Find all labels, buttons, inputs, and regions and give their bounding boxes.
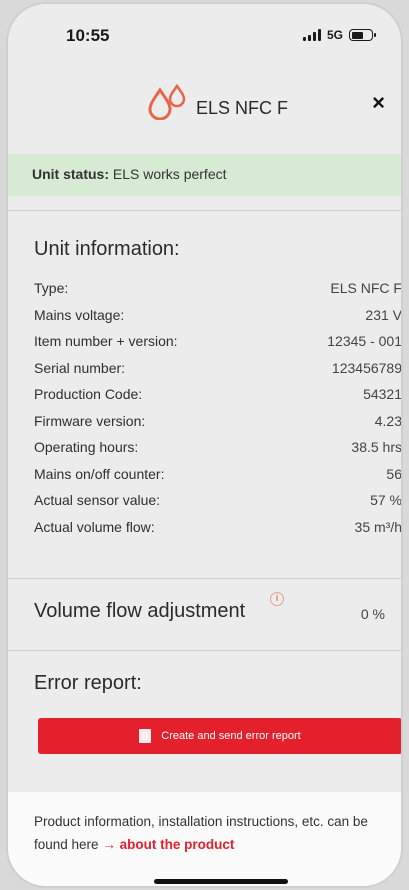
about-product-link[interactable]: about the product: [120, 837, 235, 852]
info-row-serial-number: Serial number: 123456789: [34, 360, 401, 387]
info-row-mains-voltage: Mains voltage: 231 V: [34, 307, 401, 334]
info-value: ELS NFC F: [330, 280, 401, 296]
divider: [8, 578, 401, 579]
unit-status-banner: Unit status: ELS works perfect: [8, 154, 401, 196]
info-label: Item number + version:: [34, 333, 178, 349]
divider: [8, 650, 401, 651]
error-report-button-label: Create and send error report: [161, 730, 301, 742]
volume-flow-value[interactable]: 0 %: [361, 606, 385, 622]
network-type: 5G: [326, 28, 343, 42]
arrow-right-icon: →: [102, 837, 116, 852]
info-row-type: Type: ELS NFC F: [34, 280, 401, 307]
water-drops-icon: [148, 84, 186, 120]
app-header: ELS NFC F ×: [8, 78, 401, 134]
info-row-sensor-value: Actual sensor value: 57 %: [34, 492, 401, 519]
info-label: Actual volume flow:: [34, 518, 155, 535]
document-icon: [139, 729, 152, 743]
info-label: Mains on/off counter:: [34, 465, 165, 482]
phone-screen: 10:55 5G ELS NFC F × Unit status: ELS wo…: [8, 4, 401, 886]
info-label: Operating hours:: [34, 439, 139, 455]
info-row-mains-counter: Mains on/off counter: 56: [34, 466, 401, 493]
info-value: 38.5 hrs: [351, 439, 401, 455]
battery-icon: [349, 29, 376, 41]
info-value: 123456789: [331, 359, 401, 376]
info-icon[interactable]: i: [270, 592, 284, 606]
info-label: Firmware version:: [34, 412, 146, 429]
error-report-title: Error report:: [34, 672, 142, 694]
info-value: 35 m³/h: [354, 518, 401, 535]
info-label: Mains voltage:: [34, 306, 125, 323]
unit-info-list: Type: ELS NFC F Mains voltage: 231 V Item …: [34, 280, 401, 545]
info-value: 4.23: [374, 412, 401, 429]
info-value: 12345 - 001: [327, 333, 401, 349]
clock: 10:55: [66, 26, 110, 45]
close-icon[interactable]: ×: [372, 90, 385, 116]
status-icons: 5G: [302, 28, 376, 42]
info-value: 56: [386, 465, 401, 482]
volume-flow-title[interactable]: Volume flow adjustment: [34, 600, 245, 623]
unit-info-title: Unit information:: [34, 238, 180, 260]
info-label: Production Code:: [34, 386, 143, 402]
footer-info: Product information, installation instru…: [8, 792, 401, 886]
home-indicator[interactable]: [154, 879, 288, 884]
status-bar: 10:55 5G: [8, 4, 401, 66]
info-value: 54321: [363, 386, 401, 402]
info-row-firmware-version: Firmware version: 4.23: [34, 413, 401, 440]
info-label: Type:: [34, 280, 69, 296]
unit-status-value: ELS works perfect: [112, 166, 227, 182]
info-row-operating-hours: Operating hours: 38.5 hrs: [34, 439, 401, 466]
info-label: Actual sensor value:: [34, 492, 161, 508]
unit-status-label: Unit status:: [32, 166, 109, 182]
info-value: 57 %: [370, 492, 401, 508]
info-row-production-code: Production Code: 54321: [34, 386, 401, 413]
page-title: ELS NFC F: [196, 98, 289, 118]
info-row-volume-flow: Actual volume flow: 35 m³/h: [34, 519, 401, 546]
create-error-report-button[interactable]: Create and send error report: [38, 718, 401, 754]
divider: [8, 210, 401, 211]
info-value: 231 V: [365, 306, 401, 323]
signal-icon: [302, 29, 321, 41]
info-label: Serial number:: [34, 359, 126, 376]
info-row-item-number: Item number + version: 12345 - 001: [34, 333, 401, 360]
